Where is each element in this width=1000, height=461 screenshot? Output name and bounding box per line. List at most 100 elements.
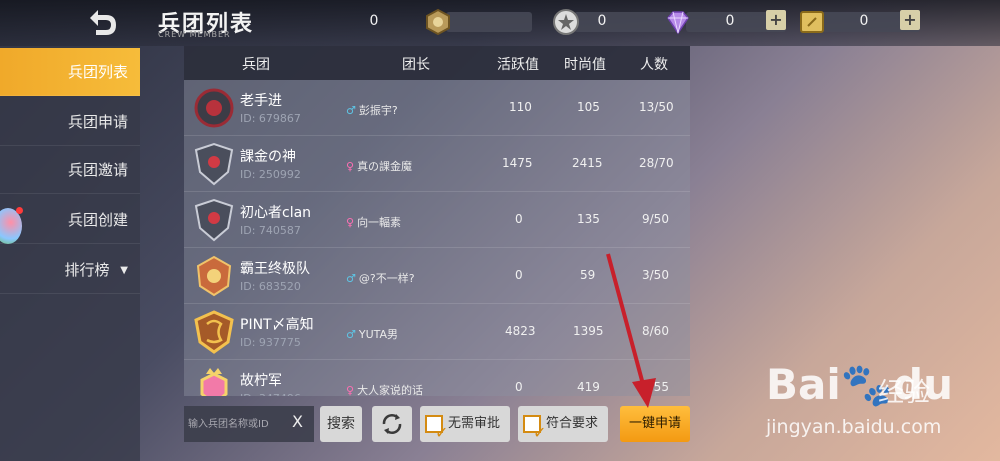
leader-name: @?不一样? bbox=[358, 272, 415, 285]
header-crew: 兵团 bbox=[242, 57, 270, 73]
female-icon: ♀ bbox=[346, 216, 355, 229]
header-members: 人数 bbox=[640, 57, 668, 73]
crew-id: ID: 347496 bbox=[240, 392, 301, 396]
female-icon: ♀ bbox=[346, 160, 355, 173]
crew-leader: ♀ 大人家说的话 bbox=[346, 382, 423, 396]
crew-name: 故柠军 bbox=[240, 373, 282, 389]
back-button[interactable] bbox=[84, 8, 120, 38]
ticket-icon bbox=[800, 11, 824, 33]
crew-emblem-icon bbox=[194, 310, 234, 354]
checkbox-label: 无需审批 bbox=[448, 416, 501, 431]
header-fashion: 时尚值 bbox=[564, 57, 606, 73]
crew-fashion: 59 bbox=[580, 268, 596, 282]
meets-requirements-checkbox[interactable]: ✓ 符合要求 bbox=[518, 406, 608, 442]
leader-name: 向一輻素 bbox=[357, 216, 402, 229]
header-activity: 活跃值 bbox=[497, 57, 539, 73]
search-button[interactable]: 搜索 bbox=[320, 406, 362, 442]
page-subtitle: CREW MEMBER bbox=[158, 30, 231, 39]
crew-leader: ♂ YUTA男 bbox=[346, 326, 398, 342]
annotation-arrow-icon bbox=[606, 253, 656, 408]
table-row[interactable]: 課金の神 ID: 250992 ♀ 真の課金魔 1475 2415 28/70 bbox=[184, 136, 690, 192]
leader-name: 彭振宇? bbox=[358, 104, 398, 117]
checkbox-label: 符合要求 bbox=[546, 416, 599, 431]
crew-emblem-icon bbox=[194, 142, 234, 186]
crew-activity: 1475 bbox=[502, 156, 533, 170]
sidebar-item-label: 兵团创建 bbox=[67, 211, 128, 229]
watermark-text: 经验 bbox=[878, 378, 931, 408]
crew-leader: ♀ 向一輻素 bbox=[346, 214, 401, 230]
currency-gold-value: 0 bbox=[369, 13, 379, 29]
watermark: Bai🐾du 经验 jingyan.baidu.com bbox=[766, 346, 996, 456]
table-row[interactable]: 老手进 ID: 679867 ♂ 彭振宇? 110 105 13/50 bbox=[184, 80, 690, 136]
notification-dot bbox=[16, 207, 23, 214]
female-icon: ♀ bbox=[346, 384, 355, 396]
crew-activity: 0 bbox=[515, 212, 523, 226]
crew-name: 霸王终极队 bbox=[240, 261, 310, 277]
crew-leader: ♀ 真の課金魔 bbox=[346, 158, 412, 174]
sidebar-item-crew-apply[interactable]: 兵团申请 bbox=[0, 98, 140, 146]
diamond-icon bbox=[667, 11, 689, 35]
crew-name: 初心者clan bbox=[240, 205, 312, 221]
crew-name: 課金の神 bbox=[240, 149, 296, 165]
crew-id: ID: 740587 bbox=[240, 224, 301, 237]
crew-name: 老手进 bbox=[240, 93, 282, 109]
table-row[interactable]: 初心者clan ID: 740587 ♀ 向一輻素 0 135 9/50 bbox=[184, 192, 690, 248]
table-header: 兵团 团长 活跃值 时尚值 人数 bbox=[184, 46, 690, 80]
checkbox-icon: ✓ bbox=[523, 415, 546, 442]
refresh-button[interactable] bbox=[372, 406, 412, 442]
crew-members: 28/70 bbox=[639, 156, 674, 170]
leader-name: YUTA男 bbox=[358, 328, 399, 341]
crew-emblem-icon bbox=[194, 88, 234, 128]
header-leader: 团长 bbox=[402, 57, 430, 73]
back-arrow-icon bbox=[90, 10, 116, 35]
male-icon: ♂ bbox=[346, 328, 356, 341]
crew-emblem-icon bbox=[196, 255, 232, 297]
crew-fashion: 135 bbox=[577, 212, 600, 226]
crew-id: ID: 683520 bbox=[240, 280, 301, 293]
checkmark-icon: ✓ bbox=[533, 423, 547, 442]
crew-activity: 0 bbox=[515, 268, 523, 282]
crew-id: ID: 679867 bbox=[240, 112, 301, 125]
checkmark-icon: ✓ bbox=[435, 423, 449, 442]
no-approval-checkbox[interactable]: ✓ 无需审批 bbox=[420, 406, 510, 442]
crew-activity: 4823 bbox=[505, 324, 536, 338]
leader-name: 真の課金魔 bbox=[357, 160, 413, 173]
crew-leader: ♂ @?不一样? bbox=[346, 270, 415, 286]
crew-members: 13/50 bbox=[639, 100, 674, 114]
male-icon: ♂ bbox=[346, 272, 356, 285]
sidebar-item-label: 兵团列表 bbox=[67, 63, 128, 81]
currency-ticket-value: 0 bbox=[859, 13, 869, 29]
crew-members: 9/50 bbox=[642, 212, 669, 226]
sidebar-item-label: 排行榜 bbox=[64, 261, 110, 279]
currency-diamond: 0 + bbox=[664, 8, 786, 35]
crew-fashion: 2415 bbox=[572, 156, 603, 170]
watermark-url: jingyan.baidu.com bbox=[766, 416, 942, 438]
crew-id: ID: 250992 bbox=[240, 168, 301, 181]
refresh-icon bbox=[382, 414, 402, 434]
sidebar-item-label: 兵团申请 bbox=[67, 113, 128, 131]
diamond-add-button[interactable]: + bbox=[766, 10, 786, 30]
sidebar-item-crew-invite[interactable]: 兵团邀请 bbox=[0, 146, 140, 194]
currency-star-value: 0 bbox=[597, 13, 607, 29]
crew-emblem-icon bbox=[194, 198, 234, 242]
clear-search-icon[interactable]: X bbox=[292, 412, 303, 431]
leader-name: 大人家说的话 bbox=[357, 384, 424, 396]
crew-leader: ♂ 彭振宇? bbox=[346, 102, 398, 118]
sidebar-item-label: 兵团邀请 bbox=[67, 161, 128, 179]
checkbox-icon: ✓ bbox=[425, 415, 448, 442]
currency-ticket: 0 + bbox=[798, 8, 920, 34]
ticket-add-button[interactable]: + bbox=[900, 10, 920, 30]
crew-id: ID: 937775 bbox=[240, 336, 301, 349]
star-coin-icon bbox=[553, 9, 579, 35]
crew-activity: 0 bbox=[515, 380, 523, 394]
crew-name: PINT〆高知 bbox=[240, 317, 314, 333]
currency-diamond-value: 0 bbox=[725, 13, 735, 29]
sidebar-item-ranking[interactable]: 排行榜 ▼ bbox=[0, 246, 140, 294]
crew-activity: 110 bbox=[509, 100, 532, 114]
sidebar: 兵团列表 兵团申请 兵团邀请 兵团创建 排行榜 ▼ bbox=[0, 46, 140, 461]
triangle-down-icon: ▼ bbox=[120, 264, 128, 276]
sidebar-item-crew-list[interactable]: 兵团列表 bbox=[0, 48, 140, 96]
crew-emblem-icon bbox=[200, 368, 228, 396]
crew-fashion: 105 bbox=[577, 100, 600, 114]
gold-medal-icon bbox=[426, 8, 450, 36]
